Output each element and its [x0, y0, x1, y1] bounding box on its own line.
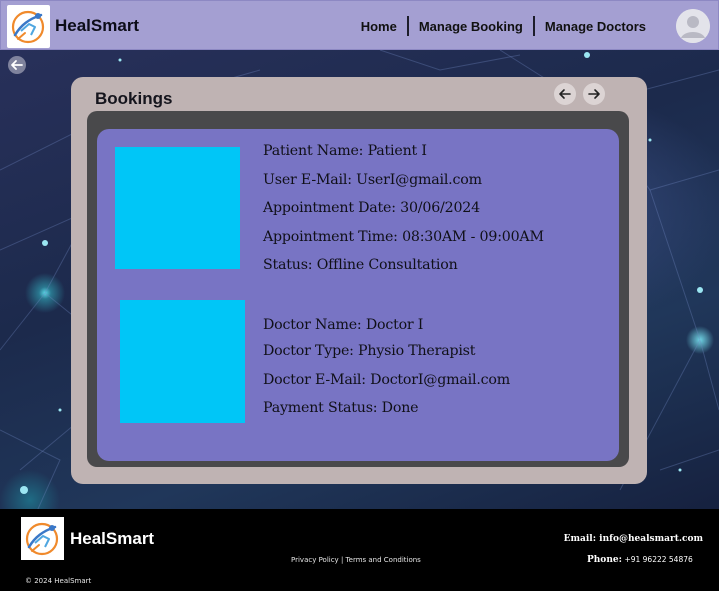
booking-frame: Patient Name: Patient I User E-Mail: Use… — [87, 111, 629, 467]
doctor-type-label: Doctor Type: — [263, 343, 354, 359]
arrow-right-icon — [588, 89, 600, 99]
email-label: Email: — [563, 534, 597, 544]
patient-image-placeholder — [115, 147, 240, 269]
appointment-time-value: 08:30AM - 09:00AM — [402, 229, 544, 245]
payment-status-value: Done — [381, 400, 419, 416]
doctor-email-row: Doctor E-Mail: DoctorI@gmail.com — [263, 372, 510, 388]
footer-email: Email: info@healsmart.com — [564, 534, 703, 544]
footer-phone: Phone: +91 96222 54876 — [587, 555, 693, 565]
status-row: Status: Offline Consultation — [263, 257, 458, 273]
phone-label: Phone: — [587, 555, 622, 565]
patient-name-value: Patient I — [367, 143, 427, 159]
payment-status-row: Payment Status: Done — [263, 400, 419, 416]
appointment-date-label: Appointment Date: — [263, 200, 396, 216]
footer-links: Privacy Policy | Terms and Conditions — [291, 556, 421, 564]
doctor-name-label: Doctor Name: — [263, 317, 362, 333]
status-value: Offline Consultation — [316, 257, 458, 273]
doctor-type-value: Physio Therapist — [358, 343, 476, 359]
arrow-left-icon — [559, 89, 571, 99]
email-value[interactable]: info@healsmart.com — [599, 534, 703, 544]
doctor-type-row: Doctor Type: Physio Therapist — [263, 343, 475, 359]
patient-name-row: Patient Name: Patient I — [263, 143, 427, 159]
doctor-email-value: DoctorI@gmail.com — [370, 372, 510, 388]
user-avatar-icon[interactable] — [676, 9, 710, 43]
doctor-email-label: Doctor E-Mail: — [263, 372, 366, 388]
status-label: Status: — [263, 257, 313, 273]
appointment-date-value: 30/06/2024 — [400, 200, 480, 216]
booking-details-panel: Patient Name: Patient I User E-Mail: Use… — [97, 129, 619, 461]
doctor-name-row: Doctor Name: Doctor I — [263, 317, 423, 333]
bookings-card: Bookings Patient Name: Patient I User E-… — [71, 77, 647, 484]
terms-link[interactable]: Terms and Conditions — [346, 556, 421, 564]
main-nav: Home Manage Booking Manage Doctors — [351, 15, 656, 37]
footer-link-divider: | — [340, 556, 344, 564]
privacy-policy-link[interactable]: Privacy Policy — [291, 556, 339, 564]
top-navbar: HealSmart Home Manage Booking Manage Doc… — [0, 0, 719, 50]
phone-value[interactable]: +91 96222 54876 — [624, 555, 692, 564]
nav-manage-doctors[interactable]: Manage Doctors — [535, 19, 656, 34]
appointment-date-row: Appointment Date: 30/06/2024 — [263, 200, 480, 216]
footer-brand: HealSmart — [70, 529, 155, 548]
bookings-title: Bookings — [95, 89, 173, 108]
footer: HealSmart Privacy Policy | Terms and Con… — [0, 509, 719, 591]
brand-name: HealSmart — [55, 16, 140, 35]
previous-booking-button[interactable] — [554, 83, 576, 105]
footer-logo-icon[interactable] — [21, 517, 64, 560]
payment-status-label: Payment Status: — [263, 400, 378, 416]
back-button[interactable] — [7, 55, 27, 75]
nav-home[interactable]: Home — [351, 19, 407, 34]
logo-icon[interactable] — [7, 5, 50, 48]
doctor-name-value: Doctor I — [365, 317, 424, 333]
user-email-label: User E-Mail: — [263, 172, 352, 188]
doctor-image-placeholder — [120, 300, 245, 423]
arrow-left-circle-icon — [8, 56, 26, 74]
next-booking-button[interactable] — [583, 83, 605, 105]
patient-name-label: Patient Name: — [263, 143, 364, 159]
appointment-time-row: Appointment Time: 08:30AM - 09:00AM — [263, 229, 544, 245]
user-email-value: UserI@gmail.com — [356, 172, 482, 188]
nav-manage-booking[interactable]: Manage Booking — [409, 19, 533, 34]
copyright: © 2024 HealSmart — [25, 577, 92, 585]
appointment-time-label: Appointment Time: — [263, 229, 398, 245]
user-email-row: User E-Mail: UserI@gmail.com — [263, 172, 482, 188]
